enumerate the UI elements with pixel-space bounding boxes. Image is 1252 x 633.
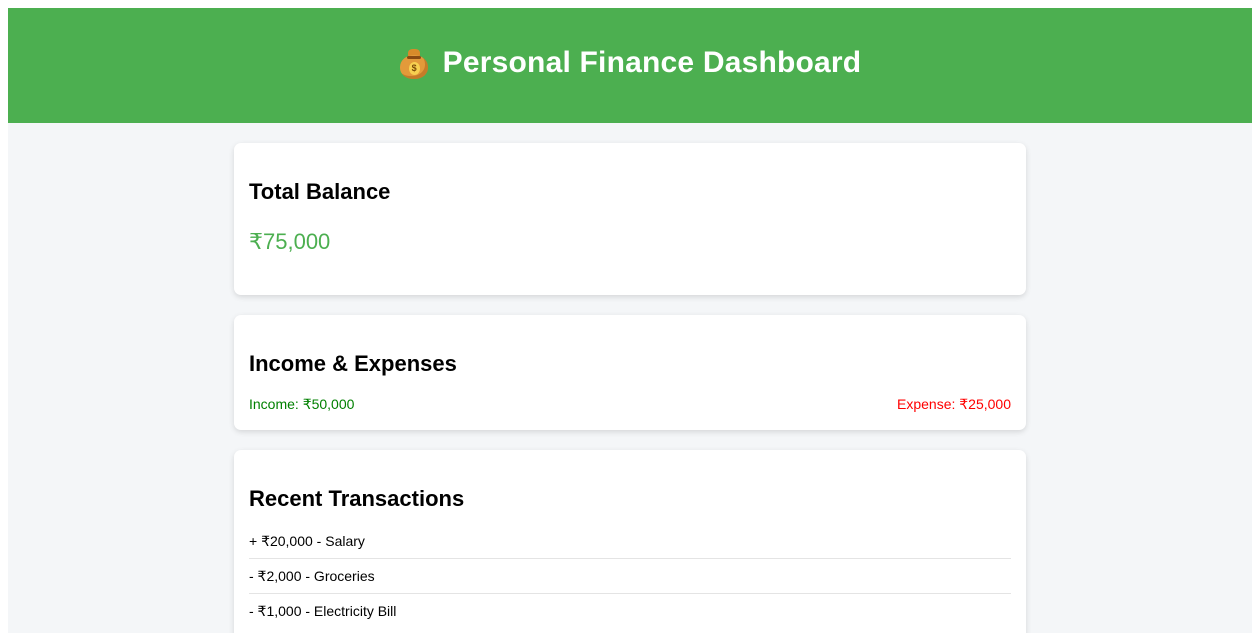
header-title-group: $ Personal Finance Dashboard: [399, 46, 862, 80]
expense-amount: Expense: ₹25,000: [897, 396, 1011, 412]
income-amount: Income: ₹50,000: [249, 396, 355, 412]
money-bag-icon: $: [399, 47, 429, 79]
app-page: $ Personal Finance Dashboard Total Balan…: [8, 8, 1252, 633]
total-balance-card: Total Balance ₹75,000: [234, 143, 1026, 295]
total-balance-heading: Total Balance: [249, 179, 391, 204]
dashboard-header: $ Personal Finance Dashboard: [8, 8, 1252, 123]
page-title: Personal Finance Dashboard: [442, 45, 862, 79]
transaction-list: + ₹20,000 - Salary - ₹2,000 - Groceries …: [249, 524, 1011, 628]
income-expenses-card: Income & Expenses Income: ₹50,000 Expens…: [234, 315, 1026, 430]
recent-transactions-card: Recent Transactions + ₹20,000 - Salary -…: [234, 450, 1026, 633]
income-expense-row: Income: ₹50,000 Expense: ₹25,000: [249, 395, 1011, 413]
income-expenses-heading: Income & Expenses: [249, 351, 457, 376]
transaction-item: - ₹1,000 - Electricity Bill: [249, 603, 397, 619]
transaction-item: + ₹20,000 - Salary: [249, 524, 1011, 559]
recent-transactions-heading: Recent Transactions: [249, 486, 465, 511]
transaction-item: - ₹2,000 - Groceries: [249, 559, 1011, 594]
dashboard-content: Total Balance ₹75,000 Income & Expenses …: [234, 143, 1026, 633]
total-balance-amount: ₹75,000: [249, 229, 331, 254]
